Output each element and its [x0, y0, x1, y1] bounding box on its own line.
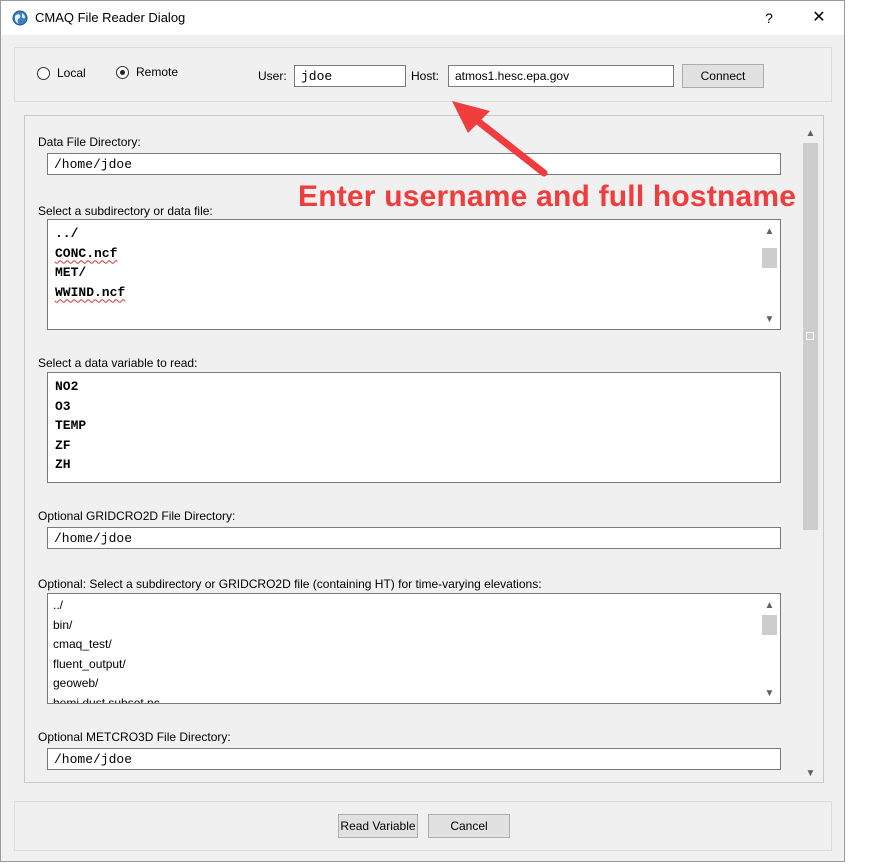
metcro-dir-label: Optional METCRO3D File Directory:: [38, 730, 231, 744]
local-radio[interactable]: [37, 67, 50, 80]
gridcro-scroll-thumb[interactable]: [762, 615, 777, 635]
help-button[interactable]: ?: [759, 8, 779, 28]
subdir-scroll-thumb[interactable]: [762, 248, 777, 268]
list-item[interactable]: NO2: [55, 377, 86, 397]
list-item[interactable]: TEMP: [55, 416, 86, 436]
gridcro-scroll-down-icon[interactable]: ▼: [761, 685, 778, 702]
subdir-listbox[interactable]: ../ CONC.ncf MET/ WWIND.ncf ▲ ▼: [47, 219, 781, 330]
form-scroll-up-icon[interactable]: ▲: [802, 125, 819, 142]
list-item[interactable]: ZF: [55, 436, 86, 456]
list-item[interactable]: hemi dust subset.nc: [53, 694, 160, 704]
list-item[interactable]: CONC.ncf: [55, 246, 117, 261]
list-item[interactable]: fluent_output/: [53, 655, 160, 675]
variable-listbox[interactable]: NO2 O3 TEMP ZF ZH: [47, 372, 781, 483]
list-item[interactable]: ../: [55, 224, 125, 244]
local-radio-label[interactable]: Local: [57, 66, 86, 80]
close-button[interactable]: ✕: [808, 8, 830, 30]
footer-group: [14, 801, 832, 851]
gridcro-list-label: Optional: Select a subdirectory or GRIDC…: [38, 577, 542, 591]
subdir-list-label: Select a subdirectory or data file:: [38, 204, 213, 218]
annotation-arrow-icon: [452, 101, 548, 177]
grip-icon: [806, 332, 814, 340]
cancel-button[interactable]: Cancel: [428, 814, 510, 838]
user-input[interactable]: jdoe: [294, 65, 406, 87]
annotation-text: Enter username and full hostname: [298, 180, 797, 213]
gridcro-dir-input[interactable]: /home/jdoe: [47, 527, 781, 549]
list-item[interactable]: cmaq_test/: [53, 635, 160, 655]
form-scroll-down-icon[interactable]: ▼: [802, 765, 819, 782]
list-item[interactable]: WWIND.ncf: [55, 285, 125, 300]
data-dir-input[interactable]: /home/jdoe: [47, 153, 781, 175]
gridcro-dir-label: Optional GRIDCRO2D File Directory:: [38, 509, 236, 523]
remote-radio[interactable]: [116, 66, 129, 79]
list-item[interactable]: ZH: [55, 455, 86, 475]
list-item[interactable]: O3: [55, 397, 86, 417]
list-item[interactable]: MET/: [55, 263, 125, 283]
host-label: Host:: [411, 69, 440, 83]
remote-radio-label[interactable]: Remote: [136, 65, 178, 79]
window-title: CMAQ File Reader Dialog: [35, 10, 186, 25]
subdir-scroll-up-icon[interactable]: ▲: [761, 223, 778, 240]
user-label: User:: [258, 69, 287, 83]
list-item[interactable]: geoweb/: [53, 674, 160, 694]
connect-button[interactable]: Connect: [682, 64, 764, 88]
data-dir-label: Data File Directory:: [38, 135, 141, 149]
host-input[interactable]: atmos1.hesc.epa.gov: [448, 65, 674, 87]
metcro-dir-input[interactable]: /home/jdoe: [47, 748, 781, 770]
app-globe-icon: [12, 10, 28, 26]
read-variable-button[interactable]: Read Variable: [338, 814, 418, 838]
list-item[interactable]: ../: [53, 596, 160, 616]
gridcro-scroll-up-icon[interactable]: ▲: [761, 597, 778, 614]
gridcro-listbox[interactable]: ../ bin/ cmaq_test/ fluent_output/ geowe…: [47, 593, 781, 704]
variable-list-label: Select a data variable to read:: [38, 356, 198, 370]
subdir-scroll-down-icon[interactable]: ▼: [761, 311, 778, 328]
list-item[interactable]: bin/: [53, 616, 160, 636]
